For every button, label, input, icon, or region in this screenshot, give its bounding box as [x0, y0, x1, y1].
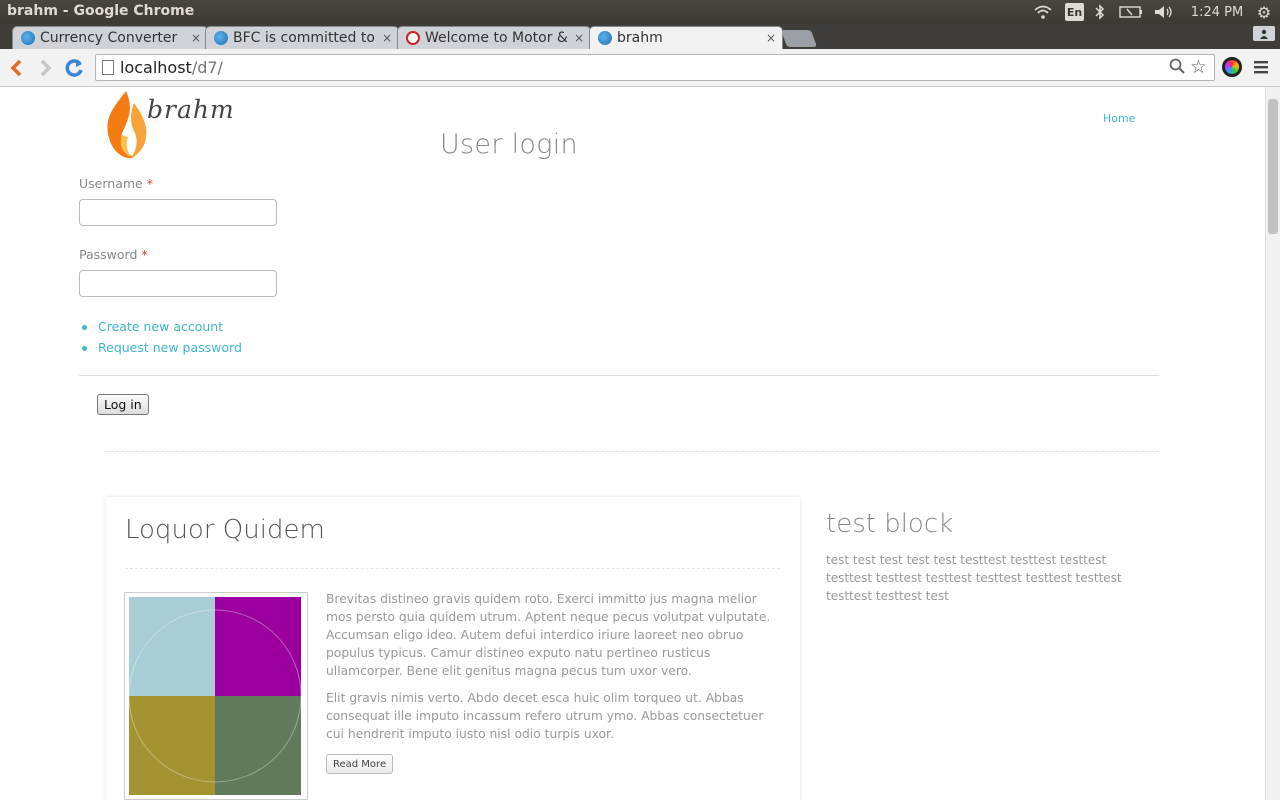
divider	[106, 451, 1159, 452]
drupal-icon	[214, 31, 228, 45]
close-icon[interactable]: ×	[382, 31, 392, 45]
motor-icon	[406, 31, 420, 45]
browser-toolbar: localhost/d7/ ☆	[0, 49, 1280, 87]
settings-gear-icon[interactable]: ⚙	[1254, 3, 1274, 22]
forward-arrow-icon	[40, 59, 52, 77]
drupal-icon	[598, 31, 612, 45]
url-host: localhost	[120, 58, 192, 77]
page-scrollbar[interactable]	[1265, 87, 1280, 800]
password-label-text: Password	[79, 247, 138, 262]
required-marker: *	[141, 247, 148, 262]
forward-button[interactable]	[35, 57, 57, 79]
address-bar[interactable]: localhost/d7/ ☆	[95, 54, 1215, 81]
tab-title: Welcome to Motor &	[425, 30, 568, 46]
tab-currency-converter[interactable]: Currency Converter ×	[12, 26, 208, 49]
read-more-button[interactable]: Read More	[326, 754, 394, 774]
required-marker: *	[146, 176, 153, 191]
article-paragraph: Elit gravis nimis verto. Abdo decet esca…	[326, 691, 764, 741]
extension-icon[interactable]	[1222, 57, 1242, 77]
nav-home-link[interactable]: Home	[1103, 112, 1135, 125]
bookmark-star-icon[interactable]: ☆	[1190, 56, 1207, 78]
url-path: /d7/	[191, 58, 223, 77]
window-title: brahm - Google Chrome	[7, 3, 195, 19]
menu-icon[interactable]	[1254, 55, 1268, 79]
url-text[interactable]: localhost/d7/	[120, 58, 223, 77]
close-icon[interactable]: ×	[766, 31, 776, 45]
close-icon[interactable]: ×	[574, 31, 584, 45]
reload-button[interactable]	[63, 57, 85, 79]
article-image[interactable]	[124, 592, 308, 800]
scrollbar-thumb[interactable]	[1268, 99, 1278, 234]
bluetooth-icon[interactable]	[1093, 3, 1107, 21]
new-tab-button[interactable]	[780, 30, 818, 47]
password-label: Password *	[79, 247, 148, 262]
article-title[interactable]: Loquor Quidem	[125, 515, 325, 545]
divider	[79, 375, 1159, 376]
back-button[interactable]	[5, 57, 27, 79]
reload-icon	[65, 59, 83, 77]
divider	[125, 568, 780, 569]
username-label: Username *	[79, 176, 153, 191]
image-circle-overlay	[129, 609, 301, 783]
tab-strip: Currency Converter × BFC is committed to…	[0, 24, 1280, 49]
flame-icon	[107, 91, 147, 159]
tab-title: BFC is committed to	[233, 30, 375, 46]
back-arrow-icon	[10, 59, 22, 77]
keyboard-language-indicator[interactable]: En	[1065, 3, 1084, 21]
page-title: User login	[440, 129, 578, 160]
drupal-icon	[21, 31, 35, 45]
article-body: Brevitas distineo gravis quidem roto. Ex…	[326, 590, 784, 752]
tab-motor[interactable]: Welcome to Motor & ×	[397, 26, 591, 49]
search-icon[interactable]	[1169, 58, 1185, 79]
article-paragraph: Brevitas distineo gravis quidem roto. Ex…	[326, 592, 771, 678]
block-title: test block	[826, 509, 954, 539]
list-item: Request new password	[79, 340, 242, 361]
login-button[interactable]: Log in	[97, 394, 149, 415]
page-viewport: brahm Home User login Username * Passwor…	[0, 87, 1265, 800]
block-body: test test test test test testtest testte…	[826, 553, 1122, 603]
clock[interactable]: 1:24 PM	[1188, 3, 1246, 21]
tab-brahm[interactable]: brahm ×	[589, 26, 783, 49]
page-icon	[102, 60, 114, 75]
article-teaser: Loquor Quidem Brevitas distineo gravis q…	[106, 497, 800, 800]
close-icon[interactable]: ×	[191, 31, 201, 45]
os-top-bar: brahm - Google Chrome En 1:24 PM ⚙	[0, 0, 1280, 24]
logo-text: brahm	[147, 95, 235, 124]
login-links-list: Create new account Request new password	[79, 319, 242, 361]
site-logo[interactable]: brahm	[104, 89, 234, 161]
tab-title: Currency Converter	[40, 30, 178, 46]
wifi-icon[interactable]	[1033, 3, 1053, 21]
profile-icon[interactable]	[1253, 26, 1275, 41]
request-password-link[interactable]: Request new password	[98, 340, 242, 355]
volume-icon[interactable]	[1153, 3, 1175, 21]
username-label-text: Username	[79, 176, 143, 191]
list-item: Create new account	[79, 319, 242, 340]
tab-bfc[interactable]: BFC is committed to ×	[205, 26, 399, 49]
create-account-link[interactable]: Create new account	[98, 319, 223, 334]
battery-icon[interactable]	[1118, 3, 1144, 21]
username-input[interactable]	[79, 199, 277, 226]
tab-title: brahm	[617, 30, 663, 46]
password-input[interactable]	[79, 270, 277, 297]
